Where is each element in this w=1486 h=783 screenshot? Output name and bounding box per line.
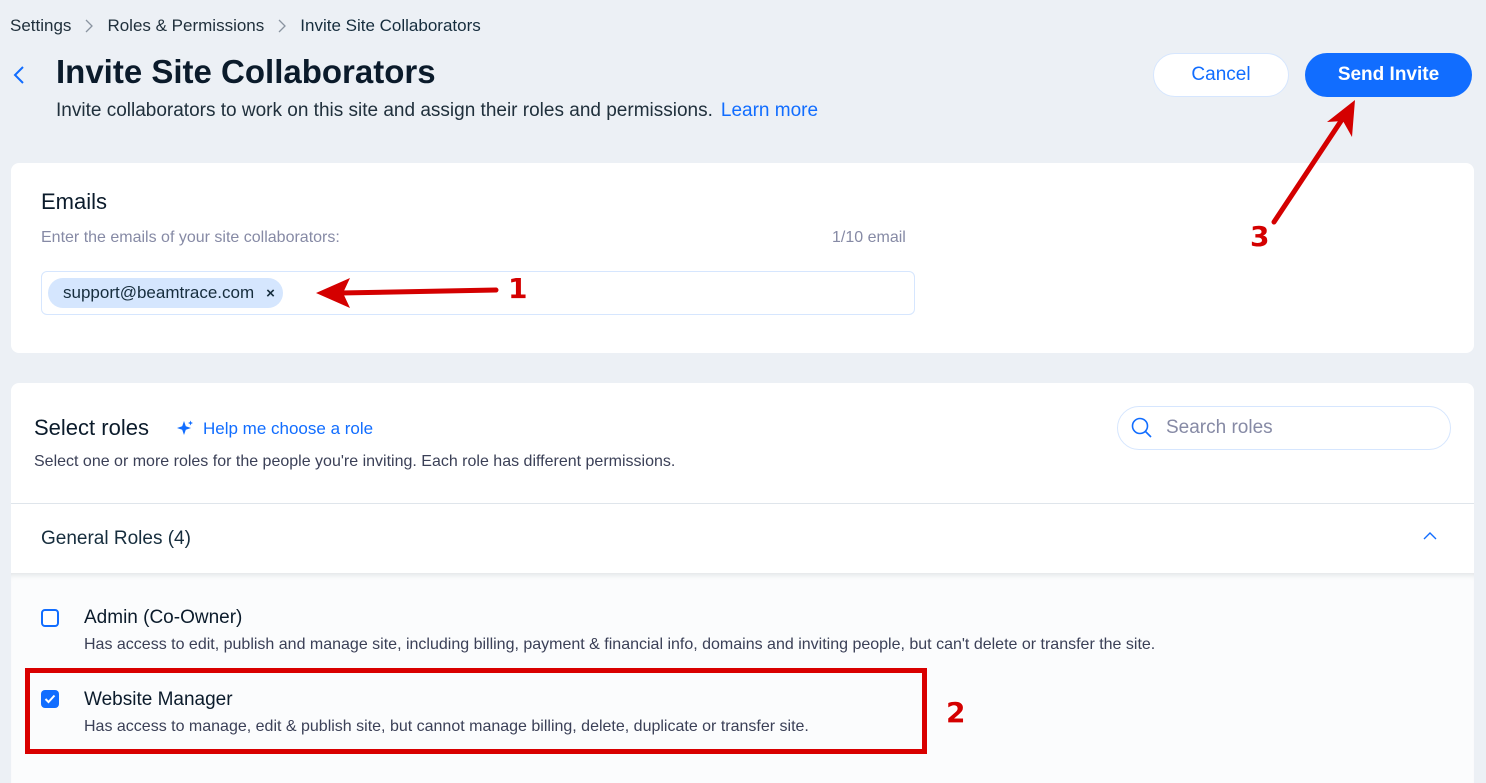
general-roles-title: General Roles (4) (41, 528, 191, 549)
breadcrumb: Settings Roles & Permissions Invite Site… (10, 16, 481, 36)
help-link-label: Help me choose a role (203, 419, 374, 438)
page-subtitle-text: Invite collaborators to work on this sit… (56, 100, 713, 121)
emails-title: Emails (41, 189, 108, 214)
roles-description: Select one or more roles for the people … (34, 453, 676, 470)
emails-card: Emails Enter the emails of your site col… (11, 163, 1474, 353)
emails-hint: Enter the emails of your site collaborat… (41, 229, 340, 246)
search-icon (1131, 417, 1152, 438)
emails-count: 1/10 email (832, 229, 906, 246)
back-button[interactable] (8, 62, 30, 88)
back-arrow-icon (13, 66, 24, 84)
roles-card: Select roles Help me choose a role Selec… (11, 383, 1474, 783)
annotation-label-3: 3 (1250, 220, 1270, 253)
roles-title: Select roles (34, 415, 149, 440)
page-title: Invite Site Collaborators (56, 53, 436, 90)
send-invite-button[interactable]: Send Invite (1305, 53, 1472, 97)
chevron-right-icon (264, 18, 300, 34)
breadcrumb-roles-permissions[interactable]: Roles & Permissions (107, 16, 264, 36)
page-subtitle: Invite collaborators to work on this sit… (56, 100, 818, 122)
annotation-label-2: 2 (946, 696, 966, 729)
checkmark-icon (44, 694, 56, 704)
breadcrumb-settings[interactable]: Settings (10, 16, 71, 36)
learn-more-link[interactable]: Learn more (721, 100, 818, 121)
role-description: Has access to edit, publish and manage s… (84, 636, 1156, 653)
general-roles-header[interactable]: General Roles (4) (11, 504, 1474, 574)
breadcrumb-current: Invite Site Collaborators (300, 16, 481, 35)
help-choose-role-link[interactable]: Help me choose a role (175, 419, 373, 439)
search-roles-box (1117, 406, 1451, 450)
email-chip: support@beamtrace.com × (48, 278, 283, 308)
search-roles-input[interactable] (1164, 416, 1438, 440)
roles-list: Admin (Co-Owner) Has access to edit, pub… (11, 573, 1474, 783)
email-input-field[interactable]: support@beamtrace.com × (41, 271, 915, 315)
email-chip-label: support@beamtrace.com (63, 283, 255, 302)
role-checkbox-admin[interactable] (41, 609, 59, 627)
chevron-up-icon (1423, 532, 1437, 540)
cancel-button[interactable]: Cancel (1153, 53, 1289, 97)
chevron-right-icon (71, 18, 107, 34)
role-name: Website Manager (84, 689, 233, 710)
role-name: Admin (Co-Owner) (84, 607, 243, 628)
sparkle-icon (177, 420, 193, 435)
role-description: Has access to manage, edit & publish sit… (84, 718, 809, 735)
role-checkbox-website-manager[interactable] (41, 690, 59, 708)
annotation-label-1: 1 (508, 272, 528, 305)
close-icon[interactable]: × (266, 285, 275, 302)
